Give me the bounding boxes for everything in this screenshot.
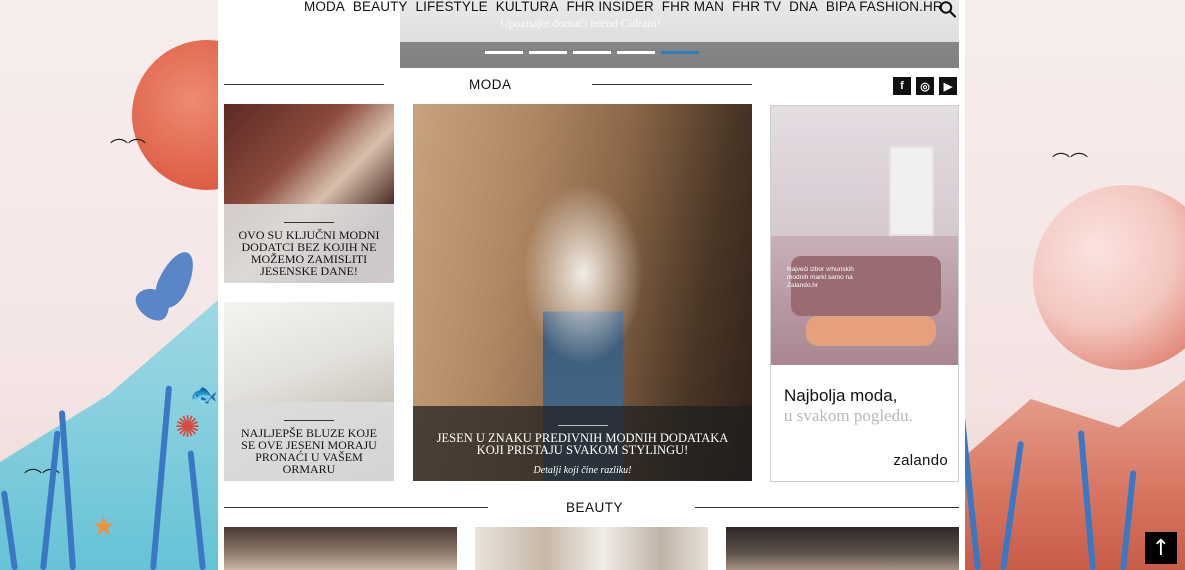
- nav-item-kultura[interactable]: KULTURA: [496, 0, 559, 14]
- scroll-to-top-button[interactable]: ↑: [1145, 532, 1177, 564]
- article-image: [726, 527, 959, 570]
- nav-item-dna[interactable]: DNA: [789, 0, 818, 14]
- nav-list: MODA BEAUTY LIFESTYLE KULTURA FHR INSIDE…: [304, 0, 943, 14]
- beauty-article-card[interactable]: [475, 527, 708, 570]
- nav-item-lifestyle[interactable]: LIFESTYLE: [416, 0, 488, 14]
- article-caption: NAJLJEPŠE BLUZE KOJE SE OVE JESENI MORAJ…: [224, 402, 394, 481]
- section-heading-beauty: BEAUTY: [224, 500, 959, 515]
- article-caption: OVO SU KLJUČNI MODNI DODATCI BEZ KOJIH N…: [224, 204, 394, 283]
- zalando-ad[interactable]: Najveći izbor vrhunskih modnih marki sam…: [770, 105, 959, 482]
- zalando-logo: zalando: [893, 452, 948, 469]
- caption-rule: [284, 420, 334, 421]
- bird-icon: ︵︵: [110, 126, 146, 147]
- article-image: [224, 527, 457, 570]
- featured-article[interactable]: JESEN U ZNAKU PREDIVNIH MODNIH DODATAKA …: [413, 104, 752, 481]
- slider-dot[interactable]: [617, 51, 655, 54]
- featured-title[interactable]: JESEN U ZNAKU PREDIVNIH MODNIH DODATAKA …: [413, 432, 752, 457]
- slider-dot[interactable]: [485, 51, 523, 54]
- slider-dot[interactable]: [529, 51, 567, 54]
- nav-item-bipa-fashion[interactable]: BIPA FASHION.HR: [826, 0, 943, 14]
- caption-rule: [284, 222, 334, 223]
- slider-overlay: [400, 42, 959, 68]
- heading-rule: [592, 84, 752, 85]
- slider-dot[interactable]: [573, 51, 611, 54]
- search-icon[interactable]: [938, 0, 960, 18]
- ad-headline: Najbolja moda,: [784, 386, 898, 405]
- facebook-icon[interactable]: f: [893, 77, 911, 95]
- ad-subheadline: u svakom pogledu.: [784, 406, 913, 425]
- featured-subtitle: Detalji koji čine razliku!: [533, 465, 632, 476]
- main-nav: MODA BEAUTY LIFESTYLE KULTURA FHR INSIDE…: [218, 0, 965, 18]
- nav-item-beauty[interactable]: BEAUTY: [353, 0, 408, 14]
- heading-rule: [224, 84, 384, 85]
- section-title-moda[interactable]: MODA: [469, 77, 512, 92]
- section-title-beauty[interactable]: BEAUTY: [566, 500, 623, 515]
- beauty-article-card[interactable]: [224, 527, 457, 570]
- heading-rule: [224, 507, 488, 508]
- article-card[interactable]: OVO SU KLJUČNI MODNI DODATCI BEZ KOJIH N…: [224, 104, 394, 283]
- nav-item-fhr-man[interactable]: FHR MAN: [662, 0, 724, 14]
- nav-item-fhr-insider[interactable]: FHR INSIDER: [566, 0, 653, 14]
- article-title[interactable]: OVO SU KLJUČNI MODNI DODATCI BEZ KOJIH N…: [224, 229, 394, 277]
- featured-caption: JESEN U ZNAKU PREDIVNIH MODNIH DODATAKA …: [413, 406, 752, 481]
- social-links: f ◎ ▶: [893, 77, 957, 95]
- section-heading-moda: MODA: [224, 77, 752, 92]
- youtube-icon[interactable]: ▶: [939, 77, 957, 95]
- beauty-article-card[interactable]: [726, 527, 959, 570]
- starfish-icon: ★: [92, 512, 116, 542]
- bird-icon: ︵︵: [1052, 140, 1088, 161]
- nav-item-fhr-tv[interactable]: FHR TV: [732, 0, 781, 14]
- slider-dot-active[interactable]: [661, 51, 699, 54]
- fish-icon: 🐟: [190, 383, 218, 408]
- article-card[interactable]: NAJLJEPŠE BLUZE KOJE SE OVE JESENI MORAJ…: [224, 302, 394, 481]
- article-title[interactable]: NAJLJEPŠE BLUZE KOJE SE OVE JESENI MORAJ…: [224, 427, 394, 475]
- heading-rule: [695, 507, 959, 508]
- slider-dots: [485, 51, 699, 54]
- instagram-icon[interactable]: ◎: [916, 77, 934, 95]
- ad-image: Najveći izbor vrhunskih modnih marki sam…: [771, 106, 958, 365]
- coral-icon: ✺: [175, 410, 201, 445]
- nav-item-moda[interactable]: MODA: [304, 0, 345, 14]
- article-image: [475, 527, 708, 570]
- slider-caption: Upoznajte domaći brend Cidrani!: [500, 16, 661, 30]
- main-content: Upoznajte domaći brend Cidrani! MODA BEA…: [218, 0, 965, 570]
- ad-small-text: Najveći izbor vrhunskih modnih marki sam…: [787, 266, 854, 289]
- caption-rule: [557, 425, 608, 426]
